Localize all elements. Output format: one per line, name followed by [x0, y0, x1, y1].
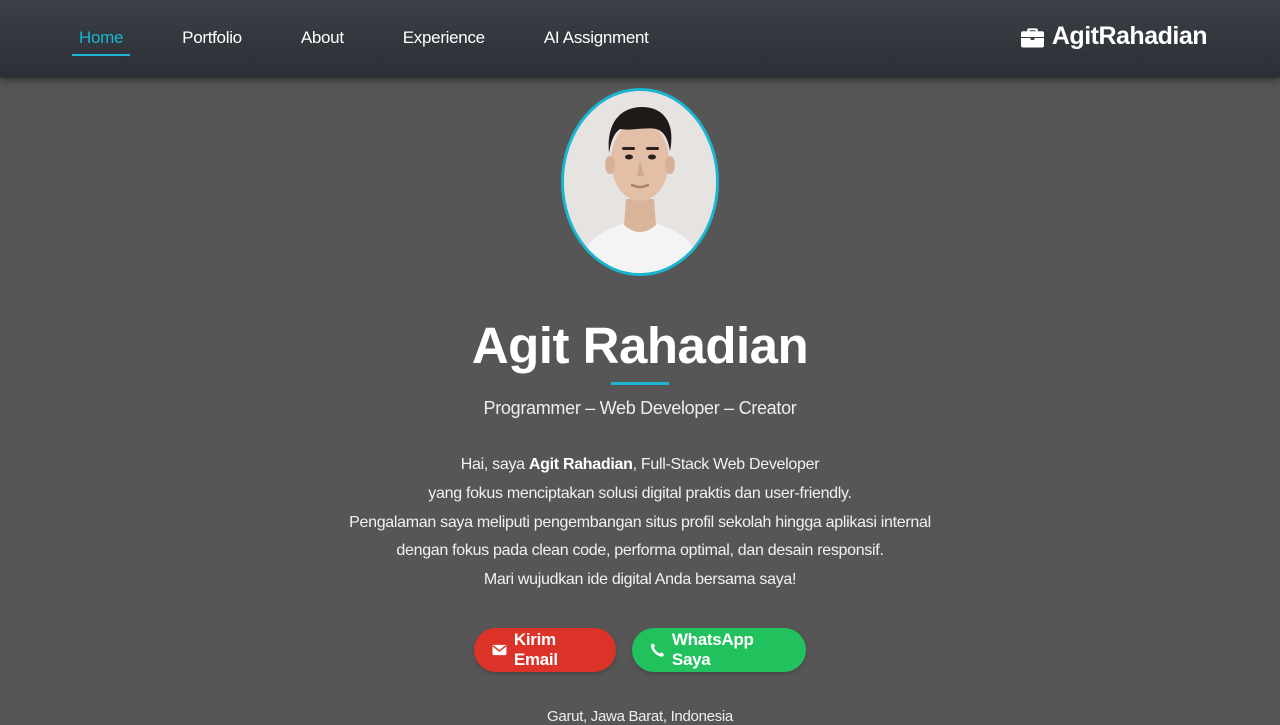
navbar: Home Portfolio About Experience AI Assig…	[0, 0, 1280, 78]
bio-intro-name: Agit Rahadian	[528, 456, 633, 473]
send-email-button[interactable]: Kirim Email	[474, 628, 616, 672]
person-avatar-icon	[564, 91, 716, 273]
send-email-label: Kirim Email	[513, 630, 558, 669]
phone-icon	[650, 643, 665, 657]
nav-link-ai-assignment[interactable]: AI Assignment	[537, 20, 656, 58]
bio-line-1: Hai, saya Agit Rahadian, Full-Stack Web …	[0, 451, 1280, 480]
profile-photo	[561, 88, 719, 276]
name-underline-divider	[611, 382, 669, 385]
nav-links: Home Portfolio About Experience AI Assig…	[72, 0, 701, 78]
bio-line-3: Pengalaman saya meliputi pengembangan si…	[349, 513, 931, 531]
envelope-icon	[492, 644, 507, 656]
bio-line-4: dengan fokus pada clean code, performa o…	[396, 542, 884, 560]
nav-link-home[interactable]: Home	[72, 20, 131, 58]
nav-link-portfolio[interactable]: Portfolio	[175, 20, 249, 58]
bio-intro-suffix: , Full-Stack Web Developer	[632, 456, 820, 473]
whatsapp-label: WhatsApp Saya	[671, 630, 754, 669]
hero-bio: Hai, saya Agit Rahadian, Full-Stack Web …	[0, 451, 1280, 595]
whatsapp-button[interactable]: WhatsApp Saya	[632, 628, 806, 672]
bio-line-5: Mari wujudkan ide digital Anda bersama s…	[483, 571, 797, 589]
briefcase-icon	[1020, 27, 1044, 48]
hero-name: Agit Rahadian	[471, 317, 809, 374]
nav-link-about[interactable]: About	[294, 20, 351, 58]
brand-logo[interactable]: AgitRahadian	[1020, 22, 1208, 51]
hero-tagline: Programmer – Web Developer – Creator	[483, 398, 797, 418]
nav-link-experience[interactable]: Experience	[396, 20, 492, 58]
location-text: Garut, Jawa Barat, Indonesia	[547, 708, 733, 725]
cta-buttons: Kirim Email WhatsApp Saya	[0, 628, 1280, 672]
brand-name: AgitRahadian	[1051, 22, 1208, 50]
bio-intro-prefix: Hai, saya	[460, 456, 529, 473]
bio-line-2: yang fokus menciptakan solusi digital pr…	[428, 484, 852, 502]
